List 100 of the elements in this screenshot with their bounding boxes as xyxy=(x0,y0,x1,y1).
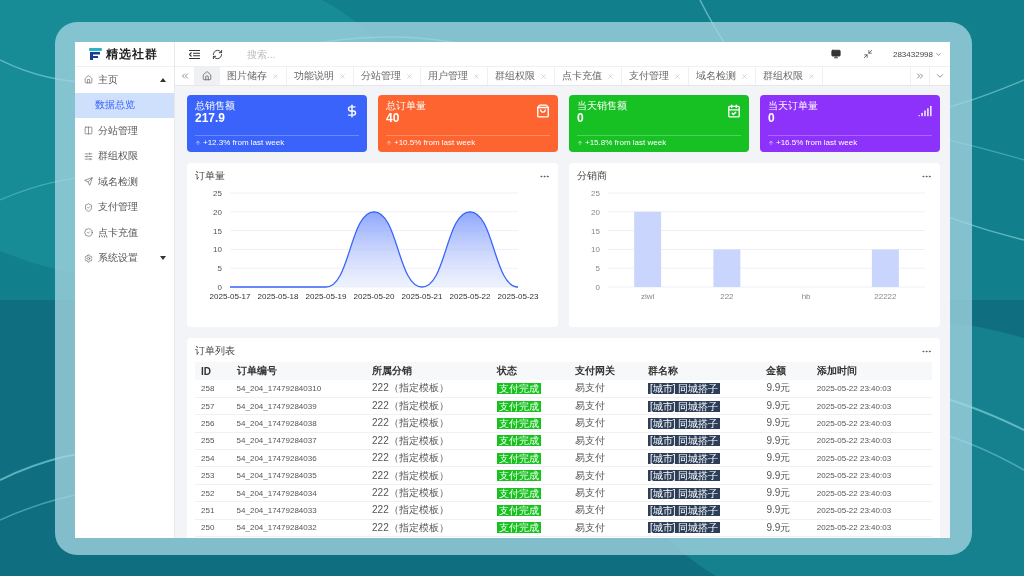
table-cell: 222（指定模板） xyxy=(366,432,491,450)
stat-title: 当天销售额 xyxy=(577,100,627,111)
arrow-up-icon xyxy=(577,139,583,146)
table-cell: 2025-05-22 23:40:03 xyxy=(810,519,932,537)
table-cell: 54_204_174792840310 xyxy=(230,380,367,398)
menu-item-icon xyxy=(84,253,93,263)
close-icon[interactable] xyxy=(473,72,480,80)
refresh-icon[interactable] xyxy=(212,48,223,60)
axis-tick-label: 10 xyxy=(212,245,222,255)
table-cell: 54_204_17479284034 xyxy=(230,484,367,502)
table-cell: 易支付 xyxy=(569,414,643,433)
axis-tick-label: 0 xyxy=(595,283,600,292)
table-cell: 54_204_17479284038 xyxy=(230,414,367,433)
chart-title: 订单量 xyxy=(195,169,225,183)
table-cell: 252 xyxy=(195,484,231,502)
table-cell: 9.9元 xyxy=(760,501,811,520)
column-header: 状态 xyxy=(490,362,570,380)
axis-tick-label: zlwl xyxy=(640,292,654,301)
table-cell: 2025-05-22 23:40:03 xyxy=(810,501,932,520)
menu-item-icon xyxy=(84,177,93,187)
table-cell: 易支付 xyxy=(569,397,643,415)
table-cell: 222（指定模板） xyxy=(366,397,491,415)
user-menu[interactable]: 283432998 xyxy=(892,49,942,59)
close-icon[interactable] xyxy=(272,72,279,80)
axis-tick-label: 5 xyxy=(217,264,222,274)
close-icon[interactable] xyxy=(674,72,681,80)
axis-tick-label: 222 xyxy=(719,292,734,301)
table-cell: 2025-05-22 23:40:03 xyxy=(810,414,932,433)
stat-icon xyxy=(536,104,550,118)
table-cell: 2025-05-22 23:40:03 xyxy=(810,380,932,398)
trend-text: +16.5% from last week xyxy=(776,138,858,147)
stat-title: 总订单量 xyxy=(386,100,426,111)
sidebar-item[interactable]: 主页 xyxy=(75,67,174,93)
stat-value: 0 xyxy=(768,111,776,126)
table-cell: 2025-05-22 23:40:03 xyxy=(810,484,932,502)
table-cell: 54_204_17479284035 xyxy=(230,466,367,485)
stat-value: 217.9 xyxy=(195,111,227,126)
table-cell: 222（指定模板） xyxy=(366,449,491,467)
menu-item-icon xyxy=(84,202,93,212)
home-icon xyxy=(202,71,212,81)
table-cell: 易支付 xyxy=(569,380,643,398)
status-tag: 支付完成 xyxy=(496,400,541,412)
table-cell: 易支付 xyxy=(569,449,643,467)
group-tag: [城市] 同城搭子 xyxy=(648,522,721,534)
group-tag: [城市] 同城搭子 xyxy=(648,452,721,464)
axis-tick-label: 2025-05-17 xyxy=(209,292,250,301)
menu-fold-icon[interactable] xyxy=(189,49,200,59)
axis-tick-label: 2025-05-23 xyxy=(497,292,538,301)
sidebar-item[interactable]: 群组权限 xyxy=(75,143,174,169)
close-icon[interactable] xyxy=(540,72,547,80)
close-icon[interactable] xyxy=(808,72,815,80)
sidebar-item[interactable]: 分站管理 xyxy=(75,118,174,144)
arrow-up-icon xyxy=(768,139,774,146)
trend-text: +12.3% from last week xyxy=(203,138,285,147)
chevron-down-icon xyxy=(935,71,945,81)
table-cell: 9.9元 xyxy=(760,414,811,433)
fullscreen-exit-icon[interactable] xyxy=(862,49,873,59)
table-cell: 258 xyxy=(195,380,231,398)
brand-name: 精选社群 xyxy=(106,45,158,63)
sidebar-item[interactable]: 点卡充值 xyxy=(75,220,174,246)
scroll-right-button[interactable] xyxy=(910,67,930,85)
table-cell: 54_204_17479284033 xyxy=(230,501,367,520)
table-cell: 9.9元 xyxy=(760,519,811,537)
table-cell: 9.9元 xyxy=(760,466,811,485)
table-cell: 易支付 xyxy=(569,501,643,520)
group-tag: [城市] 同城搭子 xyxy=(648,435,721,447)
close-icon[interactable] xyxy=(607,72,614,80)
close-icon[interactable] xyxy=(741,72,748,80)
menu-item-icon xyxy=(84,151,93,161)
table-cell: 易支付 xyxy=(569,519,643,537)
status-tag: 支付完成 xyxy=(496,417,541,429)
menu-item-icon xyxy=(84,126,93,136)
trend-text: +15.8% from last week xyxy=(585,138,667,147)
menu-item-icon xyxy=(84,228,93,238)
status-tag: 支付完成 xyxy=(496,382,541,394)
close-icon[interactable] xyxy=(339,72,346,80)
table-cell: 222（指定模板） xyxy=(366,414,491,433)
axis-tick-label: 5 xyxy=(595,264,600,274)
sidebar-item[interactable]: 域名检测 xyxy=(75,169,174,195)
close-icon[interactable] xyxy=(406,72,413,80)
home-tab[interactable] xyxy=(195,67,220,85)
axis-tick-label: 15 xyxy=(212,226,222,236)
group-tag: [城市] 同城搭子 xyxy=(648,470,721,482)
axis-tick-label: 0 xyxy=(217,283,222,292)
arrow-up-icon xyxy=(386,139,392,146)
monitor-icon[interactable] xyxy=(830,49,841,59)
stat-icon xyxy=(727,104,741,118)
arrow-up-icon xyxy=(195,139,201,146)
stat-icon xyxy=(918,104,932,118)
table-cell: 易支付 xyxy=(569,432,643,450)
bar xyxy=(712,249,740,287)
table-cell: 222（指定模板） xyxy=(366,519,491,537)
table-title: 订单列表 xyxy=(195,344,235,358)
sidebar-item[interactable]: 数据总览 xyxy=(75,92,174,118)
group-tag: [城市] 同城搭子 xyxy=(648,400,721,412)
table-cell: 253 xyxy=(195,466,231,485)
sidebar-item[interactable]: 系统设置 xyxy=(75,245,174,271)
table-cell: 222（指定模板） xyxy=(366,484,491,502)
sidebar-item[interactable]: 支付管理 xyxy=(75,194,174,220)
column-header: 金额 xyxy=(760,362,811,380)
